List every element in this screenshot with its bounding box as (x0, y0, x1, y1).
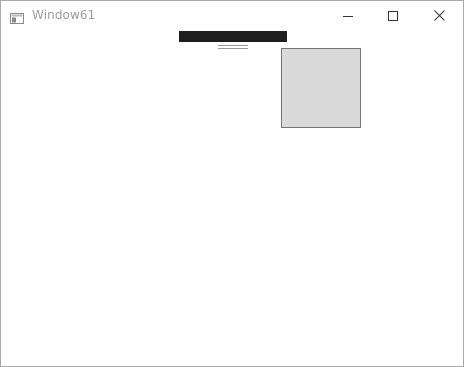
window-title: Window61 (32, 8, 96, 22)
gray-panel (281, 48, 361, 128)
window-app-icon (10, 9, 24, 24)
grip-handle-icon[interactable] (218, 34, 248, 49)
maximize-icon (388, 6, 398, 25)
app-window: Window61 (0, 0, 464, 367)
close-button[interactable] (416, 1, 462, 30)
minimize-icon (343, 6, 353, 25)
client-area (1, 31, 463, 366)
maximize-button[interactable] (370, 1, 416, 30)
title-bar[interactable]: Window61 (1, 1, 463, 31)
top-drag-strip[interactable] (179, 31, 287, 49)
close-icon (433, 6, 445, 25)
minimize-button[interactable] (325, 1, 371, 30)
